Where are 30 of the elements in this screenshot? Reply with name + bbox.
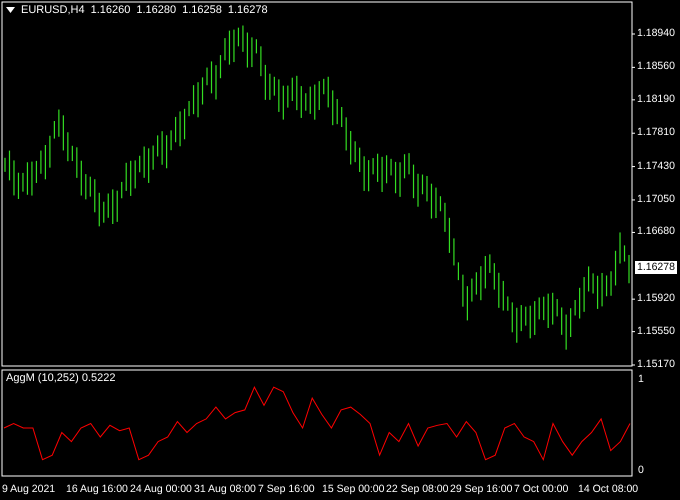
price-label: 1.18190 [637,92,675,106]
dropdown-triangle-icon[interactable] [6,7,15,13]
price-label: 1.18940 [637,27,675,40]
indicator-scale-label: 0 [638,464,644,476]
time-label: 31 Aug 08:00 [194,483,257,495]
price-label: 1.15550 [637,324,675,338]
time-label: 29 Sep 16:00 [450,483,514,495]
time-label: 16 Aug 16:00 [66,483,129,495]
indicator-title: AggM (10,252) 0.5222 [6,372,116,384]
current-price-label: 1.16278 [635,260,677,274]
quote-value: 1.16258 [182,4,222,16]
indicator-scale-label: 1 [638,373,644,386]
price-label: 1.15920 [637,292,675,306]
time-label: 9 Aug 2021 [2,483,56,495]
quote-value: 1.16260 [90,4,130,16]
price-label: 1.16680 [637,225,675,238]
price-label: 1.15170 [637,358,675,371]
time-label: 7 Sep 16:00 [258,483,316,495]
time-label: 7 Oct 00:00 [514,483,570,495]
symbol-label: EURUSD,H4 [21,4,85,16]
price-label: 1.17430 [637,160,675,173]
price-label: 1.17810 [637,126,675,140]
time-label: 15 Sep 00:00 [322,483,386,495]
time-label: 22 Sep 08:00 [386,483,450,495]
price-label: 1.17050 [637,192,675,206]
price-label: 1.18560 [637,60,675,74]
time-label: 24 Aug 00:00 [130,483,193,495]
time-label: 14 Oct 08:00 [578,483,640,495]
quote-value: 1.16280 [136,4,176,16]
quote-value: 1.16278 [228,4,268,16]
